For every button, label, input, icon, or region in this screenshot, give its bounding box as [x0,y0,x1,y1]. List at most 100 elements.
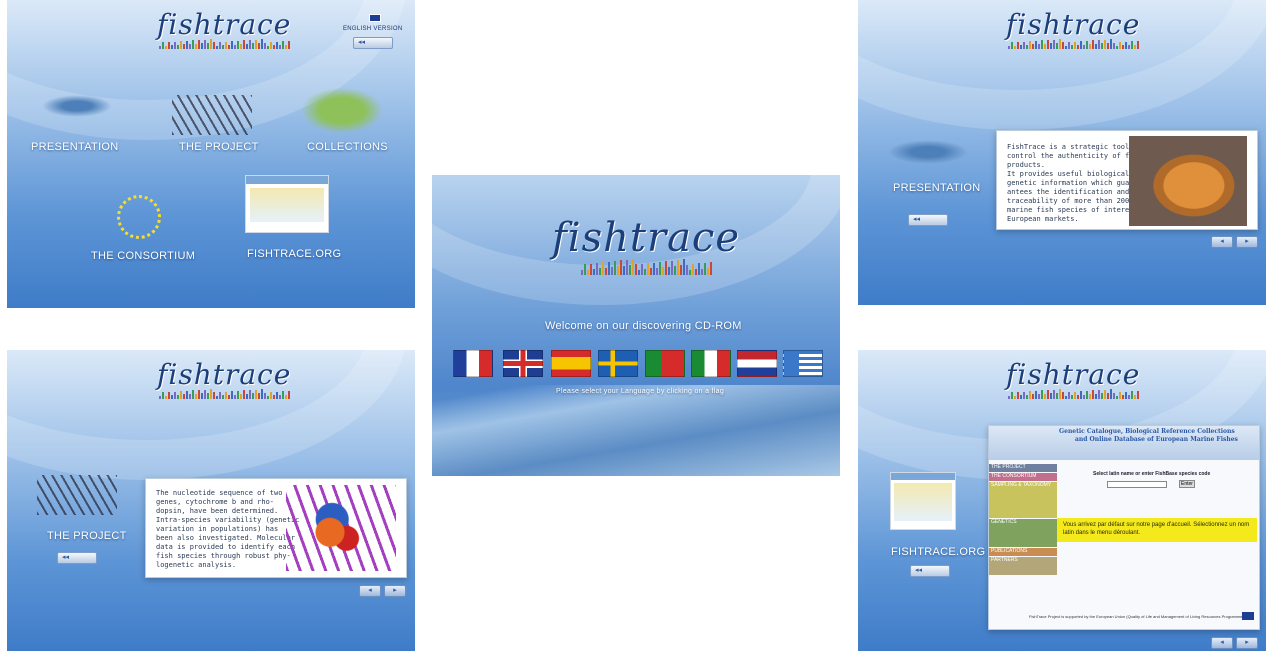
logo-bar [194,393,197,399]
previous-button[interactable]: ◂ [1211,236,1233,248]
back-button[interactable]: ◂◂ [353,37,393,49]
france-flag[interactable] [453,350,493,377]
logo-bar [1058,39,1061,49]
spain-flag[interactable] [551,350,591,377]
logo-bar [1115,45,1118,49]
logo-bar [209,39,212,49]
sweden-flag[interactable] [598,350,638,377]
logo-bar [272,395,275,399]
logo-bar [1016,391,1019,399]
logo-bar [1013,45,1016,49]
previous-button[interactable]: ◂ [359,585,381,597]
logo-bar [1097,390,1100,399]
menu-presentation[interactable]: PRESENTATION [31,141,119,153]
logo-bar [1031,44,1034,49]
logo-bar [664,261,667,275]
next-button[interactable]: ▸ [384,585,406,597]
site-title-2: and Online Database of European Marine F… [1075,436,1238,443]
logo-bar [1070,395,1073,399]
previous-button[interactable]: ◂ [1211,637,1233,649]
collection-fish-icon[interactable] [302,88,382,133]
netherlands-flag[interactable] [737,350,777,377]
english-version-link[interactable]: ENGLISH VERSION [343,26,403,32]
nav-item[interactable]: THE CONSORTIUM [989,473,1057,481]
menu-the-project[interactable]: THE PROJECT [179,141,259,153]
logo-bar [212,392,215,399]
logo-bar [1121,45,1124,49]
logo-bar [1127,395,1130,399]
greece-flag[interactable] [783,350,823,377]
nav-item[interactable]: GENETICS [989,519,1057,547]
logo-bar [173,391,176,399]
species-select[interactable] [1107,481,1167,488]
logo-bar [167,41,170,49]
logo-bar [257,42,260,49]
logo-bar [263,42,266,49]
next-button[interactable]: ▸ [1236,637,1258,649]
logo-bar [176,44,179,49]
nav-item[interactable]: PUBLICATIONS [989,548,1057,556]
uk-flag-icon[interactable] [369,14,381,22]
site-note: Vous arrivez par défaut sur notre page d… [1057,518,1257,542]
logo-bar [595,263,598,275]
search-button[interactable]: Enter [1179,480,1195,488]
logo-bar [266,395,269,399]
back-button[interactable]: ◂◂ [910,565,950,577]
water-splash-image [432,385,840,476]
logo-bar [1070,45,1073,49]
nav-item[interactable]: THE PROJECT [989,464,1057,472]
logo-bar [1118,392,1121,399]
back-button[interactable]: ◂◂ [908,214,948,226]
logo-bar [634,264,637,275]
logo-bar [1106,42,1109,49]
logo-bar [200,43,203,49]
menu-collections[interactable]: COLLECTIONS [307,141,388,153]
italy-flag[interactable] [691,350,731,377]
menu-fishtrace-org[interactable]: FISHTRACE.ORG [247,248,341,260]
logo-bar [1127,45,1130,49]
logo-bar [703,262,706,275]
logo-bar [1118,42,1121,49]
menu-the-consortium[interactable]: THE CONSORTIUM [91,250,195,262]
logo-bar [1121,395,1124,399]
logo-bar [251,393,254,399]
logo-bar [239,394,242,399]
next-button[interactable]: ▸ [1236,236,1258,248]
logo-bar [1115,395,1118,399]
uk-flag[interactable] [503,350,543,377]
logo-bar [260,389,263,399]
website-thumbnail[interactable] [245,175,329,233]
logo-bar [257,392,260,399]
presentation-fish-icon[interactable] [42,95,112,117]
back-button[interactable]: ◂◂ [57,552,97,564]
logo-bar [1124,391,1127,399]
logo-bar [269,392,272,399]
logo-bar [206,392,209,399]
logo-bar [691,263,694,275]
logo-bar [1085,390,1088,399]
nav-item[interactable]: SAMPLING & TAXONOMY [989,482,1057,518]
dna-icon [37,475,117,515]
logo-bar [233,394,236,399]
logo-bar [1067,42,1070,49]
logo-bar [167,391,170,399]
logo-bar [1055,42,1058,49]
logo-bar [287,390,290,399]
section-title: PRESENTATION [893,182,981,194]
logo-bar [179,41,182,49]
logo-bar [275,41,278,49]
logo-bar [646,263,649,275]
eu-stars-icon[interactable] [117,195,161,239]
website-screenshot: Genetic Catalogue, Biological Reference … [988,425,1260,630]
logo-bar [1010,42,1013,49]
logo-bar [212,42,215,49]
logo-bar [598,268,601,275]
section-title: FISHTRACE.ORG [891,546,986,558]
logo-bar [248,40,251,49]
language-instruction: Please select your Language by clicking … [556,388,725,395]
dna-icon[interactable] [172,95,252,135]
logo-bar [197,39,200,49]
logo-bar [266,45,269,49]
portugal-flag[interactable] [645,350,685,377]
nav-item[interactable]: PARTNERS [989,557,1057,575]
